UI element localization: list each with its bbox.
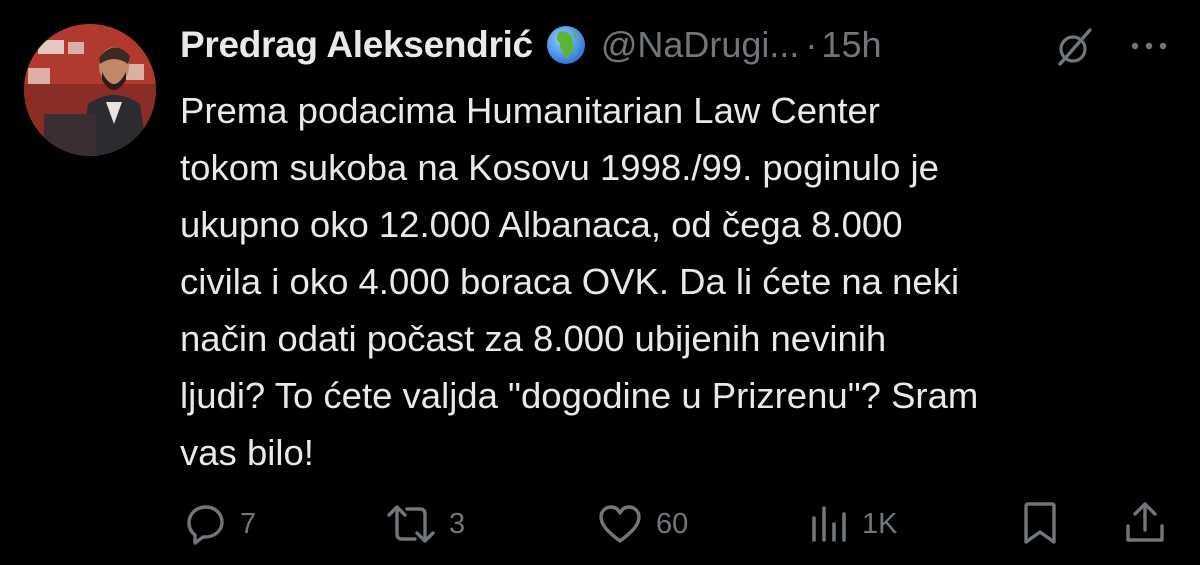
bookmark-icon [1024,502,1056,544]
like-count: 60 [656,507,689,540]
avatar[interactable] [24,24,156,156]
share-icon [1126,502,1164,542]
views-icon [812,506,846,542]
tweet-text-line: način odati počast za 8.000 ubijenih nev… [180,318,887,359]
reply-count: 7 [240,507,257,540]
views-button[interactable]: 1K [806,502,897,546]
repost-button[interactable]: 3 [385,502,465,546]
tweet-text-line: tokom sukoba na Kosovu 1998./99. poginul… [180,147,939,188]
tweet-text-line: ljudi? To ćete valjda "dogodine u Prizre… [180,375,979,416]
tweet-text: Prema podacima Humanitarian Law Center t… [180,82,1170,481]
tweet-text-line: Prema podacima Humanitarian Law Center [180,90,880,131]
like-icon [599,505,641,543]
repost-icon [387,505,435,543]
share-button[interactable] [1122,500,1168,546]
bookmark-button[interactable] [1018,500,1062,546]
timestamp[interactable]: 15h [821,24,881,66]
tweet[interactable]: Predrag Aleksendrić @NaDrugi... · 15h Pr… [0,0,1200,565]
more-icon[interactable] [1126,26,1172,66]
globe-africa-icon [545,24,587,66]
action-bar: 7 3 60 1K [0,496,1200,552]
views-count: 1K [862,507,898,540]
handle[interactable]: @NaDrugi... [601,24,800,66]
tweet-text-line: civila i oko 4.000 boraca OVK. Da li ćet… [180,261,960,302]
tweet-text-line: ukupno oko 12.000 Albanaca, od čega 8.00… [180,204,903,245]
display-name[interactable]: Predrag Aleksendrić [180,24,533,66]
tweet-header: Predrag Aleksendrić @NaDrugi... · 15h [180,18,882,72]
like-button[interactable]: 60 [596,502,688,546]
tweet-text-line: vas bilo! [180,432,314,473]
reply-button[interactable]: 7 [182,502,256,546]
grok-icon[interactable] [1052,24,1098,70]
separator-dot: · [805,24,818,65]
repost-count: 3 [449,507,466,540]
reply-icon [187,505,224,545]
